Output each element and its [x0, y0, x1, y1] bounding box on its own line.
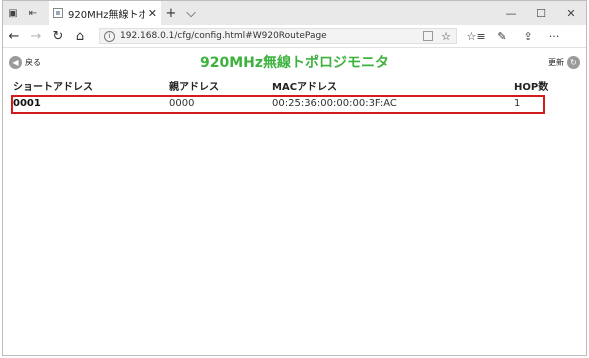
topology-table: ショートアドレス 親アドレス MACアドレス HOP数 0001 0000 00… [3, 78, 586, 114]
table-row[interactable]: 0001 0000 00:25:36:00:00:00:3F:AC 1 [3, 95, 586, 114]
favorites-hub-icon[interactable]: ☆≡ [463, 30, 489, 43]
back-arrow-icon[interactable]: ← [3, 29, 25, 44]
site-info-icon[interactable]: i [104, 30, 115, 42]
cell-short-address: 0001 [13, 98, 41, 109]
tab-strip: ▣ ⇤ 920MHz無線トポロジモニ ✕ + ⌵ — ☐ ✕ [3, 1, 586, 25]
refresh-button[interactable]: 更新 ↻ [548, 54, 580, 70]
tab-close-icon[interactable]: ✕ [148, 7, 157, 20]
new-tab-icon[interactable]: + [161, 1, 181, 25]
url-text[interactable]: 192.168.0.1/cfg/config.html#W920RoutePag… [120, 31, 423, 41]
tab-active[interactable]: 920MHz無線トポロジモニ ✕ [49, 1, 161, 25]
favorite-star-icon[interactable]: ☆ [441, 30, 451, 43]
web-note-pen-icon[interactable]: ✎ [489, 30, 515, 43]
header-parent-address: 親アドレス [169, 82, 219, 93]
share-icon[interactable]: ⇪ [515, 30, 541, 43]
minimize-icon[interactable]: — [496, 1, 526, 25]
set-aside-tabs-icon[interactable]: ⇤ [23, 1, 43, 25]
header-mac-address: MACアドレス [272, 82, 338, 93]
tab-actions-icon[interactable]: ▣ [3, 1, 23, 25]
browser-window: ▣ ⇤ 920MHz無線トポロジモニ ✕ + ⌵ — ☐ ✕ ← → ↻ ⌂ i… [2, 0, 587, 356]
more-menu-icon[interactable]: ··· [541, 30, 567, 43]
header-hop-count: HOP数 [514, 82, 549, 93]
home-icon[interactable]: ⌂ [69, 29, 91, 44]
page-title: 920MHz無線トポロジモニタ [199, 55, 390, 71]
cell-hop-count: 1 [514, 98, 521, 109]
refresh-circle-icon: ↻ [567, 55, 580, 69]
maximize-icon[interactable]: ☐ [526, 1, 556, 25]
reading-view-icon[interactable] [423, 31, 434, 41]
address-bar[interactable]: i 192.168.0.1/cfg/config.html#W920RouteP… [99, 28, 457, 44]
cell-parent-address: 0000 [169, 98, 195, 109]
reload-icon[interactable]: ↻ [47, 29, 69, 44]
forward-arrow-icon[interactable]: → [25, 29, 47, 44]
address-toolbar: ← → ↻ ⌂ i 192.168.0.1/cfg/config.html#W9… [3, 25, 586, 48]
window-controls: — ☐ ✕ [496, 1, 586, 25]
browser-tools: ☆≡ ✎ ⇪ ··· [463, 30, 567, 43]
tab-preview-chevron-icon[interactable]: ⌵ [181, 1, 201, 25]
cell-mac-address: 00:25:36:00:00:00:3F:AC [272, 98, 397, 109]
refresh-button-label: 更新 [548, 57, 564, 67]
page-favicon-icon [53, 8, 63, 18]
table-header-row: ショートアドレス 親アドレス MACアドレス HOP数 [3, 78, 586, 93]
page-content: ◀ 戻る 920MHz無線トポロジモニタ 更新 ↻ ショートアドレス 親アドレス… [3, 48, 586, 355]
header-short-address: ショートアドレス [13, 82, 93, 93]
page-header: ◀ 戻る 920MHz無線トポロジモニタ 更新 ↻ [3, 48, 586, 74]
tab-title: 920MHz無線トポロジモニ [68, 9, 145, 21]
window-close-icon[interactable]: ✕ [556, 1, 586, 25]
